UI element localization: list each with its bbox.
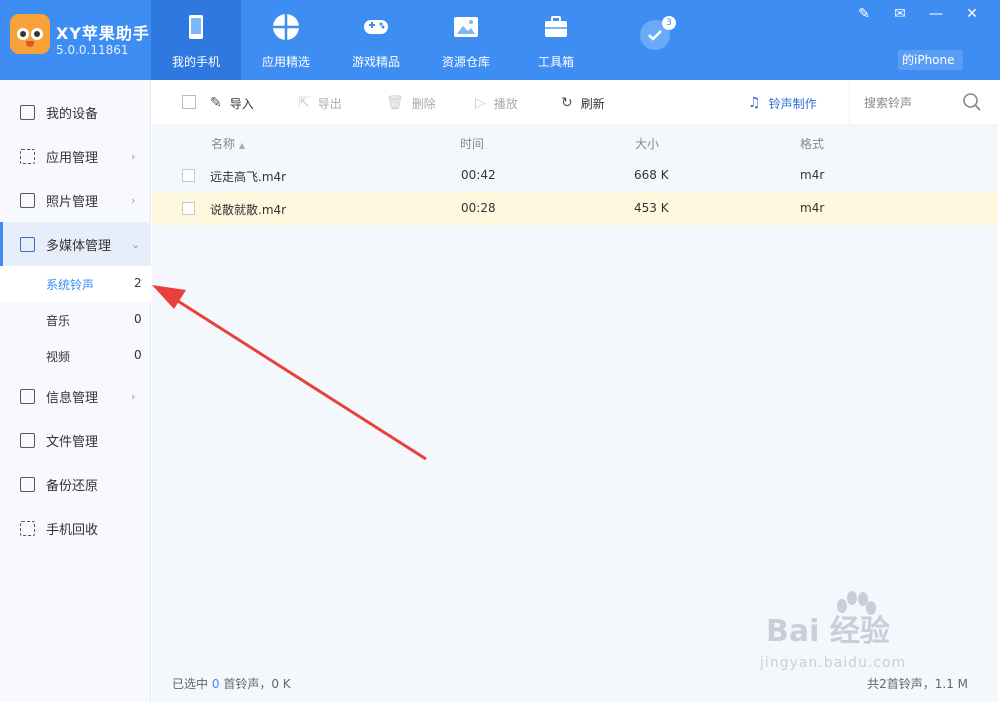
sort-up-icon: ▲	[238, 141, 245, 150]
app-logo-icon	[10, 14, 50, 54]
selected-count: 0	[211, 677, 220, 691]
chevron-right-icon: ›	[131, 149, 136, 163]
search-box	[849, 80, 998, 125]
toolbar: ✎ 导入 ⇱ 导出 🗑 删除 ▷ 播放 ↻ 刷新 ♫ 铃声制作	[152, 80, 998, 125]
export-icon: ⇱	[298, 95, 310, 111]
import-icon: ✎	[210, 95, 222, 111]
window-controls: ✎ ✉ — ✕	[856, 6, 980, 22]
tab-app-picks[interactable]: 应用精选	[241, 0, 331, 80]
ringtone-maker-button[interactable]: ♫ 铃声制作	[748, 94, 817, 112]
cell-format: m4r	[800, 168, 825, 182]
sidebar-item-app-management[interactable]: 应用管理 ›	[0, 134, 151, 178]
trash-icon: 🗑	[386, 95, 404, 111]
grid-icon	[20, 148, 35, 164]
close-icon[interactable]: ✕	[964, 6, 980, 22]
title-bar: XY苹果助手 5.0.0.11861 我的手机 应用精选 游戏精品 资源仓库 工…	[0, 0, 1000, 80]
phone-icon	[189, 15, 203, 39]
column-name[interactable]: 名称 ▲	[211, 135, 245, 152]
sidebar-subitem-ringtones[interactable]: 系统铃声 2	[0, 266, 151, 302]
app-name: XY苹果助手	[56, 24, 150, 43]
music-note-icon: ♫	[748, 95, 761, 111]
refresh-icon: ↻	[561, 95, 573, 111]
device-icon	[20, 104, 35, 120]
sidebar-item-backup-restore[interactable]: 备份还原	[0, 462, 151, 506]
refresh-button[interactable]: ↻ 刷新	[561, 94, 605, 112]
sidebar: 我的设备 应用管理 › 照片管理 › 多媒体管理 ⌄ 系统铃声 2 音乐 0 视…	[0, 80, 151, 702]
ringtone-count: 2	[134, 276, 142, 290]
table-row[interactable]: 远走高飞.m4r 00:42 668 K m4r	[152, 159, 998, 192]
cell-size: 668 K	[634, 168, 669, 182]
export-button[interactable]: ⇱ 导出	[298, 94, 342, 112]
column-time[interactable]: 时间	[460, 135, 484, 152]
sidebar-item-my-device[interactable]: 我的设备	[0, 90, 151, 134]
skin-icon[interactable]: ✎	[856, 6, 872, 22]
play-icon: ▷	[475, 95, 486, 111]
sidebar-subitem-music[interactable]: 音乐 0	[0, 302, 151, 338]
table-row[interactable]: 说散就散.m4r 00:28 453 K m4r	[152, 192, 998, 225]
recycle-icon	[20, 520, 35, 536]
minimize-icon[interactable]: —	[928, 6, 944, 22]
baidu-watermark: Bai 经验 jingyan.baidu.com	[760, 590, 960, 685]
backup-icon	[20, 476, 35, 492]
toolbox-icon	[545, 16, 567, 37]
message-icon	[20, 388, 35, 404]
media-icon	[20, 236, 35, 252]
column-size[interactable]: 大小	[635, 135, 659, 152]
folder-icon	[20, 432, 35, 448]
select-all-checkbox[interactable]	[182, 95, 196, 109]
cell-name: 说散就散.m4r	[210, 203, 287, 217]
cell-name: 远走高飞.m4r	[210, 170, 287, 184]
gamepad-icon	[364, 20, 388, 34]
tab-games[interactable]: 游戏精品	[331, 0, 421, 80]
image-icon	[454, 17, 478, 37]
app-version: 5.0.0.11861	[56, 43, 129, 57]
sidebar-item-message-management[interactable]: 信息管理 ›	[0, 374, 151, 418]
search-input[interactable]	[864, 93, 959, 113]
cell-size: 453 K	[634, 201, 669, 215]
chevron-down-icon: ⌄	[131, 237, 141, 251]
play-button[interactable]: ▷ 播放	[475, 94, 518, 112]
ringtone-list: 名称 ▲ 时间 大小 格式 远走高飞.m4r 00:42 668 K m4r 说…	[152, 125, 998, 659]
row-checkbox[interactable]	[182, 202, 195, 215]
apps-icon	[273, 14, 299, 40]
table-header: 名称 ▲ 时间 大小 格式	[152, 125, 998, 159]
tab-toolbox[interactable]: 工具箱	[511, 0, 601, 80]
top-nav: 我的手机 应用精选 游戏精品 资源仓库 工具箱	[151, 0, 601, 80]
tab-resources[interactable]: 资源仓库	[421, 0, 511, 80]
photo-icon	[20, 192, 35, 208]
chevron-right-icon: ›	[131, 389, 136, 403]
device-selector[interactable]: 的iPhone	[898, 50, 963, 70]
column-format[interactable]: 格式	[800, 135, 824, 152]
sidebar-item-photo-management[interactable]: 照片管理 ›	[0, 178, 151, 222]
sidebar-item-file-management[interactable]: 文件管理	[0, 418, 151, 462]
delete-button[interactable]: 🗑 删除	[386, 94, 436, 112]
cell-time: 00:28	[461, 201, 496, 215]
row-checkbox[interactable]	[182, 169, 195, 182]
cell-time: 00:42	[461, 168, 496, 182]
notification-check-icon[interactable]: 3	[640, 16, 676, 50]
cell-format: m4r	[800, 201, 825, 215]
tab-my-phone[interactable]: 我的手机	[151, 0, 241, 80]
notification-badge: 3	[662, 16, 676, 30]
import-button[interactable]: ✎ 导入	[210, 94, 254, 112]
sidebar-subitem-video[interactable]: 视频 0	[0, 338, 151, 374]
search-icon[interactable]	[962, 92, 982, 112]
feedback-icon[interactable]: ✉	[892, 6, 908, 22]
sidebar-item-media-management[interactable]: 多媒体管理 ⌄	[0, 222, 151, 266]
selection-status: 已选中 0 首铃声，0 K	[172, 677, 291, 691]
video-count: 0	[134, 348, 142, 362]
music-count: 0	[134, 312, 142, 326]
chevron-right-icon: ›	[131, 193, 136, 207]
sidebar-item-phone-recycle[interactable]: 手机回收	[0, 506, 151, 550]
